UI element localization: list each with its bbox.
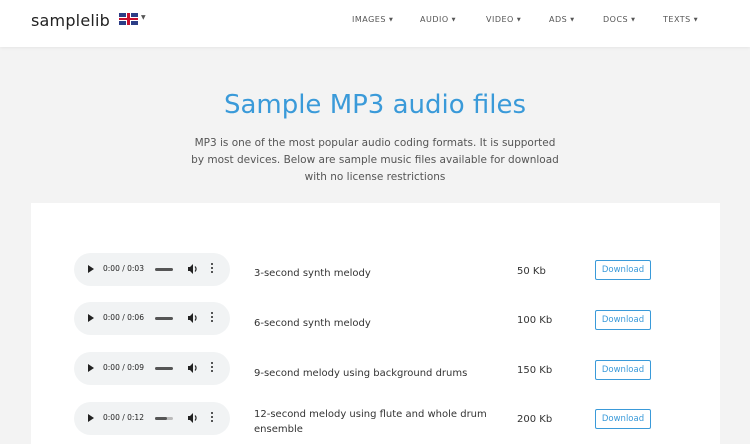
files-card: 0:00 / 0:03 3-second synth melody 50 Kb … <box>31 203 720 444</box>
nav-video[interactable]: VIDEO ▼ <box>486 15 521 24</box>
file-size: 100 Kb <box>517 315 553 326</box>
progress-track[interactable] <box>155 268 173 271</box>
nav-images[interactable]: IMAGES ▼ <box>352 15 393 24</box>
more-options-icon[interactable] <box>210 362 214 374</box>
chevron-down-icon: ▼ <box>388 17 394 23</box>
more-options-icon[interactable] <box>210 312 214 324</box>
list-item: 0:00 / 0:03 3-second synth melody 50 Kb … <box>31 253 720 293</box>
file-description: 12-second melody using flute and whole d… <box>254 409 487 435</box>
player-time: 0:00 / 0:06 <box>103 313 144 322</box>
file-size: 200 Kb <box>517 414 553 425</box>
file-size: 150 Kb <box>517 365 553 376</box>
download-button[interactable]: Download <box>595 260 651 280</box>
player-time: 0:00 / 0:09 <box>103 363 144 372</box>
volume-icon[interactable] <box>187 412 199 424</box>
page-title: Sample MP3 audio files <box>223 90 527 120</box>
play-icon[interactable] <box>88 265 94 273</box>
language-caret-icon[interactable]: ▼ <box>141 14 146 21</box>
play-icon[interactable] <box>88 364 94 372</box>
audio-player[interactable]: 0:00 / 0:06 <box>74 302 230 335</box>
progress-track[interactable] <box>155 367 173 370</box>
more-options-icon[interactable] <box>210 412 214 424</box>
download-button[interactable]: Download <box>595 360 651 380</box>
nav-docs[interactable]: DOCS ▼ <box>603 15 635 24</box>
volume-icon[interactable] <box>187 263 199 275</box>
chevron-down-icon: ▼ <box>516 17 522 23</box>
more-options-icon[interactable] <box>210 263 214 275</box>
list-item: 0:00 / 0:12 12-second melody using flute… <box>31 402 720 442</box>
file-size: 50 Kb <box>517 266 546 277</box>
download-button[interactable]: Download <box>595 310 651 330</box>
chevron-down-icon: ▼ <box>631 17 636 23</box>
nav-audio[interactable]: AUDIO ▼ <box>420 15 456 24</box>
page-intro: MP3 is one of the most popular audio cod… <box>191 137 559 183</box>
list-item: 0:00 / 0:06 6-second synth melody 100 Kb… <box>31 302 720 342</box>
progress-track[interactable] <box>155 317 173 320</box>
file-description: 6-second synth melody <box>254 318 371 329</box>
file-description: 9-second melody using background drums <box>254 368 468 379</box>
nav-texts[interactable]: TEXTS ▼ <box>663 15 698 24</box>
site-logo[interactable]: samplelib <box>31 11 110 30</box>
chevron-down-icon: ▼ <box>693 17 699 23</box>
play-icon[interactable] <box>88 414 94 422</box>
file-description: 3-second synth melody <box>254 268 371 279</box>
nav-ads[interactable]: ADS ▼ <box>549 15 575 24</box>
player-time: 0:00 / 0:03 <box>103 264 144 273</box>
top-navbar: samplelib ▼ IMAGES ▼ AUDIO ▼ VIDEO ▼ ADS ▼ D… <box>0 0 750 47</box>
chevron-down-icon: ▼ <box>451 17 457 23</box>
list-item: 0:00 / 0:09 9-second melody using backgr… <box>31 352 720 392</box>
uk-flag-icon[interactable] <box>119 13 138 25</box>
audio-player[interactable]: 0:00 / 0:03 <box>74 253 230 286</box>
audio-player[interactable]: 0:00 / 0:09 <box>74 352 230 385</box>
audio-player[interactable]: 0:00 / 0:12 <box>74 402 230 435</box>
player-time: 0:00 / 0:12 <box>103 413 144 422</box>
chevron-down-icon: ▼ <box>570 17 575 23</box>
progress-track[interactable] <box>155 417 173 420</box>
volume-icon[interactable] <box>187 362 199 374</box>
volume-icon[interactable] <box>187 312 199 324</box>
download-button[interactable]: Download <box>595 409 651 429</box>
play-icon[interactable] <box>88 314 94 322</box>
